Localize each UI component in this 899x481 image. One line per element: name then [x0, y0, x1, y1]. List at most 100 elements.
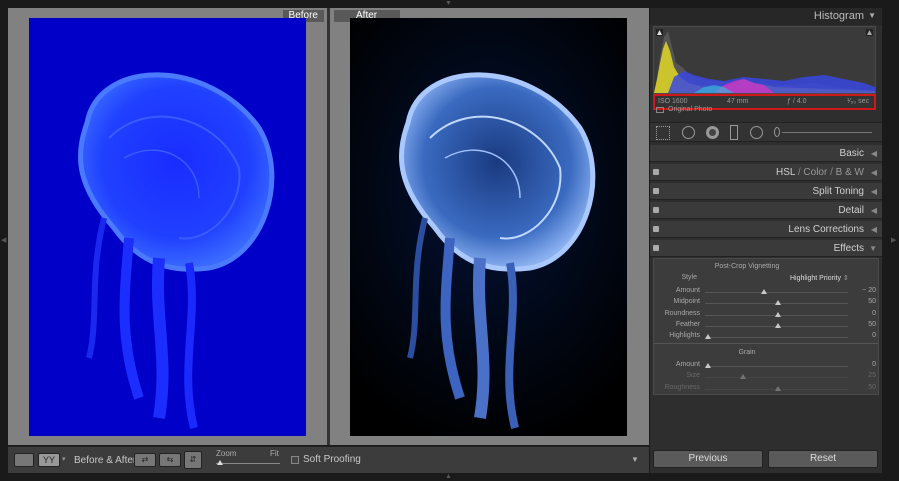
grain-slider-value[interactable]: 50 [848, 384, 876, 391]
section-effects-toggle-icon[interactable] [653, 245, 659, 251]
brush-size-slider[interactable] [782, 132, 872, 133]
grain-slider-track[interactable] [705, 377, 848, 379]
histogram[interactable] [653, 26, 876, 94]
grain-slider-row: Amount 0 [654, 361, 886, 372]
zoom-slider-thumb[interactable] [217, 460, 223, 465]
original-photo-label: Original Photo [668, 106, 713, 113]
vignette-slider-thumb[interactable] [775, 322, 781, 328]
effects-divider [654, 343, 878, 344]
previous-button[interactable]: Previous [653, 450, 763, 468]
develop-right-panel: Histogram ▼ ISO 1600 47 mm ƒ / 4.0 ¹⁄₆₀ … [650, 8, 882, 473]
section-detail-toggle-icon[interactable] [653, 207, 659, 213]
style-dropdown-value: Highlight Priority [790, 275, 841, 282]
copy-after-to-before-button[interactable]: ⇆ [159, 453, 181, 467]
tab-color[interactable]: Color [803, 167, 827, 178]
before-after-view-button[interactable]: YY [38, 453, 60, 467]
section-split-toning-arrow-icon[interactable]: ◀ [871, 183, 877, 200]
crop-tool-icon[interactable] [656, 126, 670, 140]
section-split-toning-toggle-icon[interactable] [653, 188, 659, 194]
vignette-slider-row: Feather 50 [654, 321, 886, 332]
soft-proofing-checkbox[interactable] [291, 456, 299, 464]
right-panel-arrow-icon[interactable]: ▶ [891, 236, 896, 244]
swap-settings-button[interactable]: ⇵ [184, 451, 202, 469]
grain-slider-label: Roughness [664, 383, 700, 391]
style-dropdown[interactable]: Highlight Priority ⇕ [790, 274, 849, 282]
grain-slider-row: Size 25 [654, 372, 886, 383]
reset-button[interactable]: Reset [768, 450, 878, 468]
section-detail[interactable]: Detail ◀ [650, 202, 882, 219]
grain-slider-track[interactable] [705, 366, 848, 367]
spot-removal-icon[interactable] [682, 126, 695, 139]
section-lens-corrections-toggle-icon[interactable] [653, 226, 659, 232]
bottom-button-bar: Previous Reset [650, 448, 882, 470]
section-basic[interactable]: Basic ◀ [650, 145, 882, 162]
vignette-slider-thumb[interactable] [761, 289, 767, 294]
section-hsl-arrow-icon[interactable]: ◀ [871, 164, 877, 181]
vignette-slider-thumb[interactable] [775, 300, 781, 306]
tool-strip [650, 122, 882, 142]
grain-slider-value[interactable]: 25 [848, 372, 876, 379]
section-lens-corrections[interactable]: Lens Corrections ◀ [650, 221, 882, 238]
vignette-slider-label: Amount [675, 287, 700, 294]
vignette-slider-label: Midpoint [673, 298, 700, 306]
zoom-value: Fit [270, 449, 279, 458]
before-after-label: Before & After : [74, 455, 142, 466]
vignette-slider-value[interactable]: − 20 [848, 287, 876, 294]
iso-value: ISO 1600 [658, 98, 688, 105]
vignette-slider-label: Feather [675, 320, 700, 328]
histogram-graph [654, 27, 875, 93]
histogram-title: Histogram [813, 10, 864, 22]
loupe-view-button[interactable] [14, 453, 34, 467]
section-lens-corrections-arrow-icon[interactable]: ◀ [871, 221, 877, 238]
view-dropdown-icon[interactable]: ▾ [62, 455, 66, 463]
vignette-slider-label: Highlights [669, 332, 700, 340]
section-effects[interactable]: Effects ▼ [650, 240, 882, 257]
left-panel-arrow-icon[interactable]: ◀ [1, 236, 6, 244]
vignette-slider-value[interactable]: 50 [848, 298, 876, 305]
vignette-slider-value[interactable]: 0 [848, 310, 876, 317]
tab-bw[interactable]: B & W [836, 167, 864, 178]
copy-before-to-after-button[interactable]: ⇄ [134, 453, 156, 467]
tab-hsl[interactable]: HSL [776, 167, 795, 178]
section-split-toning[interactable]: Split Toning ◀ [650, 183, 882, 200]
shutter-speed-value: ¹⁄₆₀ sec [847, 98, 870, 105]
original-photo-checkbox[interactable] [656, 107, 664, 113]
grain-slider-thumb[interactable] [775, 385, 781, 391]
soft-proofing-label: Soft Proofing [303, 454, 361, 465]
grain-slider-label: Size [686, 372, 700, 380]
toolbar-menu-icon[interactable]: ▼ [631, 455, 639, 464]
vignette-slider-track[interactable] [705, 292, 848, 293]
histogram-header[interactable]: Histogram ▼ [650, 8, 882, 25]
section-hsl-color-bw[interactable]: HSL / Color / B & W ◀ [650, 164, 882, 181]
section-detail-label: Detail [838, 205, 864, 216]
section-lens-corrections-label: Lens Corrections [788, 224, 864, 235]
vignette-slider-value[interactable]: 50 [848, 321, 876, 328]
vignette-slider-thumb[interactable] [705, 334, 711, 340]
before-photo[interactable] [29, 18, 306, 436]
before-pane: Before [8, 8, 327, 445]
section-hsl-toggle-icon[interactable] [653, 169, 659, 175]
section-split-toning-label: Split Toning [812, 186, 864, 197]
adjustment-brush-icon[interactable] [774, 127, 780, 137]
vignette-slider-value[interactable]: 0 [848, 332, 876, 339]
grain-slider-thumb[interactable] [705, 363, 711, 368]
vignette-slider-row: Amount − 20 [654, 287, 886, 298]
grain-slider-value[interactable]: 0 [848, 361, 876, 368]
graduated-filter-icon[interactable] [730, 125, 738, 140]
section-detail-arrow-icon[interactable]: ◀ [871, 202, 877, 219]
bottom-toolbar: YY ▾ Before & After : ⇄ ⇆ ⇵ Zoom Fit Sof… [8, 446, 649, 473]
vignette-slider-row: Highlights 0 [654, 332, 886, 343]
vignette-slider-thumb[interactable] [775, 311, 781, 317]
grain-slider-thumb[interactable] [740, 374, 746, 380]
histogram-collapse-icon[interactable]: ▼ [868, 11, 876, 20]
zoom-slider-track[interactable] [216, 463, 280, 464]
after-photo[interactable] [350, 18, 627, 436]
radial-filter-icon[interactable] [750, 126, 763, 139]
top-panel-arrow-icon[interactable]: ▼ [445, 0, 452, 7]
red-eye-icon[interactable] [706, 126, 719, 139]
bottom-panel-arrow-icon[interactable]: ▲ [445, 473, 452, 480]
vignette-slider-track[interactable] [705, 337, 848, 339]
section-effects-arrow-icon[interactable]: ▼ [869, 240, 877, 257]
section-basic-label: Basic [839, 148, 864, 159]
section-basic-arrow-icon[interactable]: ◀ [871, 145, 877, 162]
